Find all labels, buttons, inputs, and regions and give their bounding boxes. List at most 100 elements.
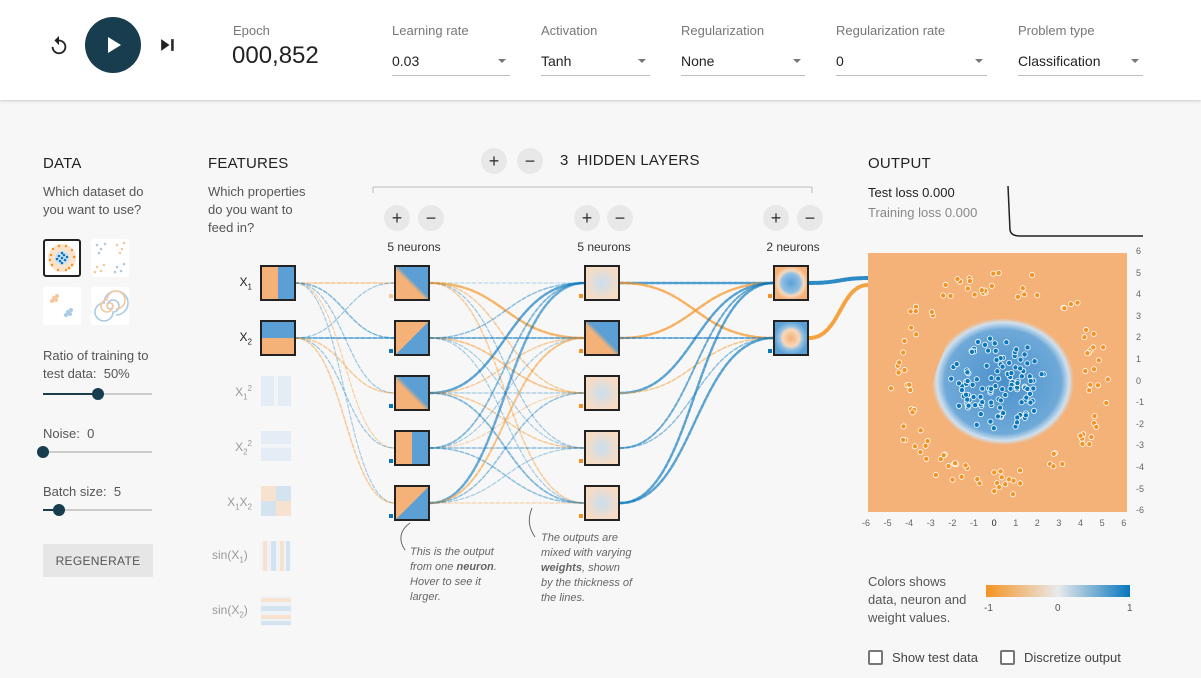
feature-node-x1[interactable] xyxy=(260,265,296,301)
data-point-orange xyxy=(1017,480,1024,487)
layer3-neuron-count: 2 neurons xyxy=(766,240,820,254)
data-point-orange xyxy=(1084,350,1091,357)
data-point-blue xyxy=(968,348,975,355)
data-point-orange xyxy=(940,452,947,459)
data-point-orange xyxy=(1019,285,1026,292)
add-neuron-layer1-button[interactable]: + xyxy=(384,205,410,231)
legend-mid: 0 xyxy=(1055,603,1061,614)
plus-icon: + xyxy=(581,207,593,228)
feature-node-x1-squared[interactable] xyxy=(261,376,291,406)
annotation-line: This is the output xyxy=(410,546,494,558)
data-point-orange xyxy=(922,442,929,449)
add-layer-button[interactable]: + xyxy=(481,148,507,174)
neuron-2-5[interactable] xyxy=(584,485,620,521)
data-point-blue xyxy=(973,421,980,428)
neuron-3-2[interactable] xyxy=(773,320,809,356)
minus-icon: − xyxy=(425,207,437,228)
x-tick-label: 1 xyxy=(1013,518,1019,528)
x-tick-label: -3 xyxy=(926,518,935,528)
data-point-blue xyxy=(992,347,999,354)
neuron-1-1[interactable] xyxy=(394,265,430,301)
add-neuron-layer3-button[interactable]: + xyxy=(763,205,789,231)
neuron-2-1[interactable] xyxy=(584,265,620,301)
annotation-line: the lines. xyxy=(541,592,586,604)
data-point-orange xyxy=(932,472,939,479)
data-point-orange xyxy=(907,308,914,315)
data-point-blue xyxy=(1030,385,1037,392)
x-tick-label: 4 xyxy=(1078,518,1084,528)
feature-node-sin-x2[interactable] xyxy=(261,596,291,626)
neuron-2-2[interactable] xyxy=(584,320,620,356)
data-point-blue xyxy=(1014,419,1021,426)
layer1-neuron-count: 5 neurons xyxy=(387,240,441,254)
minus-icon: − xyxy=(614,207,626,228)
layer3-neurons xyxy=(773,265,809,356)
data-point-orange xyxy=(1081,334,1088,341)
data-point-blue xyxy=(987,335,994,342)
data-point-orange xyxy=(1082,368,1089,375)
neuron-1-2[interactable] xyxy=(394,320,430,356)
data-point-orange xyxy=(900,423,907,430)
feature-node-x2-squared[interactable] xyxy=(261,431,291,461)
show-test-data-label[interactable]: Show test data xyxy=(892,650,978,665)
data-point-orange xyxy=(895,369,902,376)
data-point-orange xyxy=(1104,376,1111,383)
output-title: OUTPUT xyxy=(868,155,931,172)
data-point-orange xyxy=(1077,432,1084,439)
y-tick-label: 1 xyxy=(1136,354,1142,364)
legend-line: Colors shows xyxy=(868,574,947,589)
data-point-blue xyxy=(972,402,979,409)
x-tick-label: 2 xyxy=(1034,518,1040,528)
data-point-blue xyxy=(1031,358,1038,365)
data-point-blue xyxy=(1002,391,1009,398)
feature-node-x2[interactable] xyxy=(260,320,296,356)
discretize-output-label[interactable]: Discretize output xyxy=(1024,650,1121,665)
feature-node-x1x2[interactable] xyxy=(261,486,291,516)
neuron-1-3[interactable] xyxy=(394,375,430,411)
data-point-orange xyxy=(1090,330,1097,337)
neuron-2-3[interactable] xyxy=(584,375,620,411)
x-tick-label: 6 xyxy=(1121,518,1127,528)
legend-line: weight values. xyxy=(868,610,951,625)
data-point-orange xyxy=(962,462,969,469)
annotation-line: by the thickness of xyxy=(541,577,633,589)
remove-neuron-layer2-button[interactable]: − xyxy=(607,205,633,231)
discretize-output-checkbox[interactable] xyxy=(1000,650,1015,665)
show-test-data-checkbox[interactable] xyxy=(868,650,883,665)
remove-neuron-layer1-button[interactable]: − xyxy=(418,205,444,231)
legend-min: -1 xyxy=(984,603,993,614)
annotation-line: from one xyxy=(410,561,454,573)
neuron-2-4[interactable] xyxy=(584,430,620,466)
neuron-1-5[interactable] xyxy=(394,485,430,521)
data-point-orange xyxy=(990,270,997,277)
remove-layer-button[interactable]: − xyxy=(517,148,543,174)
neuron-1-4[interactable] xyxy=(394,430,430,466)
data-point-blue xyxy=(1031,407,1038,414)
data-point-orange xyxy=(1079,440,1086,447)
data-point-orange xyxy=(906,381,913,388)
data-point-orange xyxy=(1094,382,1101,389)
y-tick-label: 4 xyxy=(1136,289,1142,300)
data-point-blue xyxy=(990,425,997,432)
minus-icon: − xyxy=(804,207,816,228)
add-neuron-layer2-button[interactable]: + xyxy=(574,205,600,231)
remove-neuron-layer3-button[interactable]: − xyxy=(797,205,823,231)
data-point-orange xyxy=(1088,434,1095,441)
data-point-blue xyxy=(956,402,963,409)
data-point-blue xyxy=(988,375,995,382)
legend-max: 1 xyxy=(1127,603,1133,614)
x-tick-label: -5 xyxy=(883,518,892,528)
data-point-blue xyxy=(1000,410,1007,417)
loss-chart-line xyxy=(1007,185,1143,237)
data-point-orange xyxy=(901,367,908,374)
data-point-blue xyxy=(997,397,1004,404)
y-tick-label: -4 xyxy=(1136,462,1145,472)
data-point-orange xyxy=(923,455,930,462)
data-point-orange xyxy=(991,488,998,495)
data-point-blue xyxy=(1022,412,1029,419)
data-point-orange xyxy=(1017,467,1024,474)
data-point-blue xyxy=(1023,394,1030,401)
neuron-3-1[interactable] xyxy=(773,265,809,301)
y-tick-label: 2 xyxy=(1136,332,1142,343)
feature-node-sin-x1[interactable] xyxy=(261,541,291,571)
